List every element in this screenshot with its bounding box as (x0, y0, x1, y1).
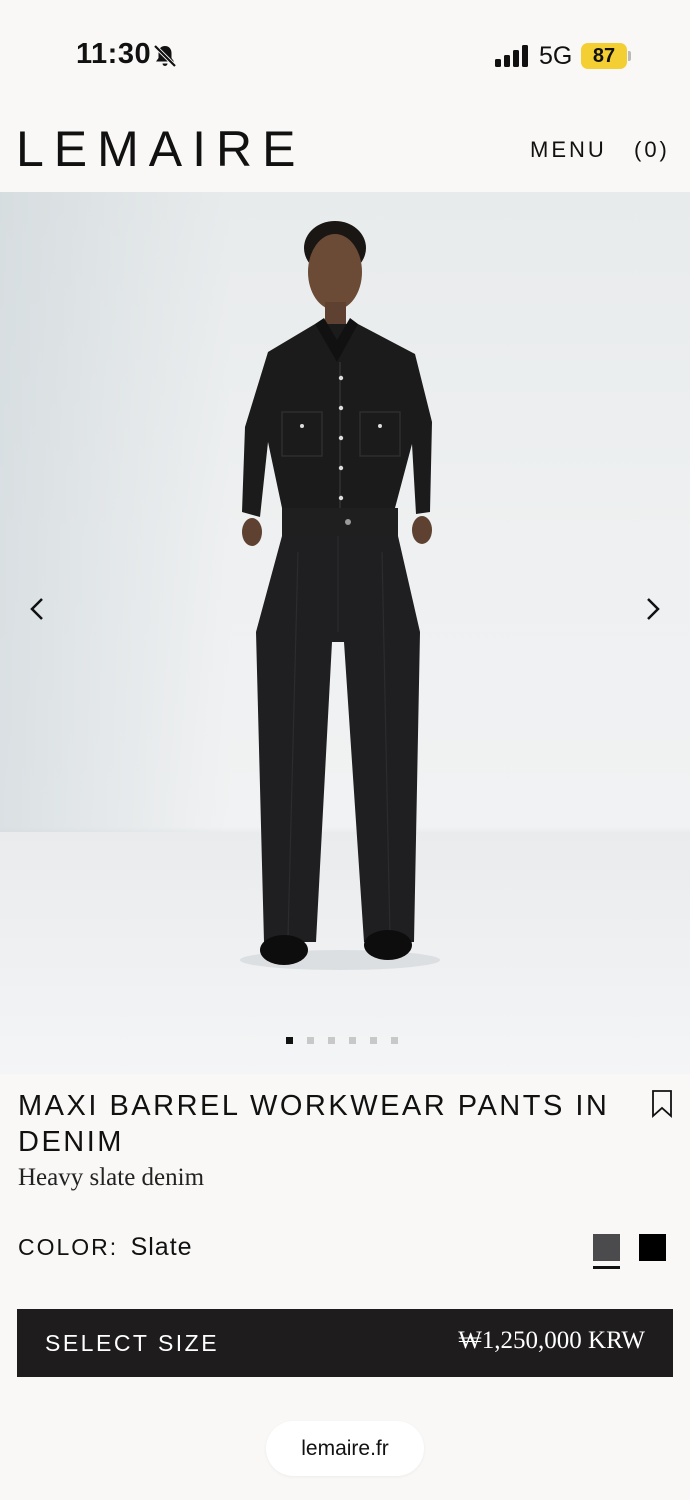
gallery-dot-2[interactable] (307, 1037, 314, 1044)
wall-shadow (0, 192, 230, 832)
bell-slash-icon (153, 44, 177, 68)
chevron-right-icon[interactable] (632, 589, 672, 629)
product-image-gallery[interactable] (0, 192, 690, 1074)
gallery-pagination (286, 1037, 398, 1044)
network-type: 5G (539, 42, 573, 70)
product-subtitle: Heavy slate denim (18, 1164, 205, 1191)
site-header: LEMAIRE MENU (0) (0, 100, 690, 192)
brand-logo[interactable]: LEMAIRE (16, 120, 306, 178)
color-value: Slate (130, 1233, 193, 1261)
gallery-dot-6[interactable] (391, 1037, 398, 1044)
gallery-dot-5[interactable] (370, 1037, 377, 1044)
product-title: MAXI BARREL WORKWEAR PANTS IN DENIM (18, 1090, 610, 1158)
gallery-dot-3[interactable] (328, 1037, 335, 1044)
gallery-dot-1[interactable] (286, 1037, 293, 1044)
swatch-black[interactable] (639, 1234, 666, 1261)
status-bar: 11:30 5G 87 (0, 0, 690, 100)
swatch-selected-indicator (593, 1266, 620, 1269)
select-size-button[interactable]: SELECT SIZE ₩1,250,000 KRW (17, 1309, 673, 1377)
select-size-label: SELECT SIZE (45, 1330, 220, 1356)
battery-tip (628, 51, 631, 61)
gallery-dot-4[interactable] (349, 1037, 356, 1044)
menu-button[interactable]: MENU (530, 137, 607, 163)
browser-url-bar[interactable]: lemaire.fr (266, 1421, 424, 1476)
color-label: COLOR: (18, 1234, 119, 1260)
status-time: 11:30 (76, 38, 152, 70)
model-photo (240, 221, 440, 970)
swatch-slate[interactable] (593, 1234, 620, 1261)
signal-bars-icon (495, 45, 528, 67)
battery-indicator: 87 (581, 43, 627, 69)
product-price: ₩1,250,000 KRW (458, 1327, 645, 1354)
color-selector-label: COLOR: Slate (18, 1233, 193, 1262)
cart-button[interactable]: (0) (634, 137, 670, 163)
chevron-left-icon[interactable] (18, 589, 58, 629)
bookmark-icon[interactable] (650, 1089, 674, 1119)
